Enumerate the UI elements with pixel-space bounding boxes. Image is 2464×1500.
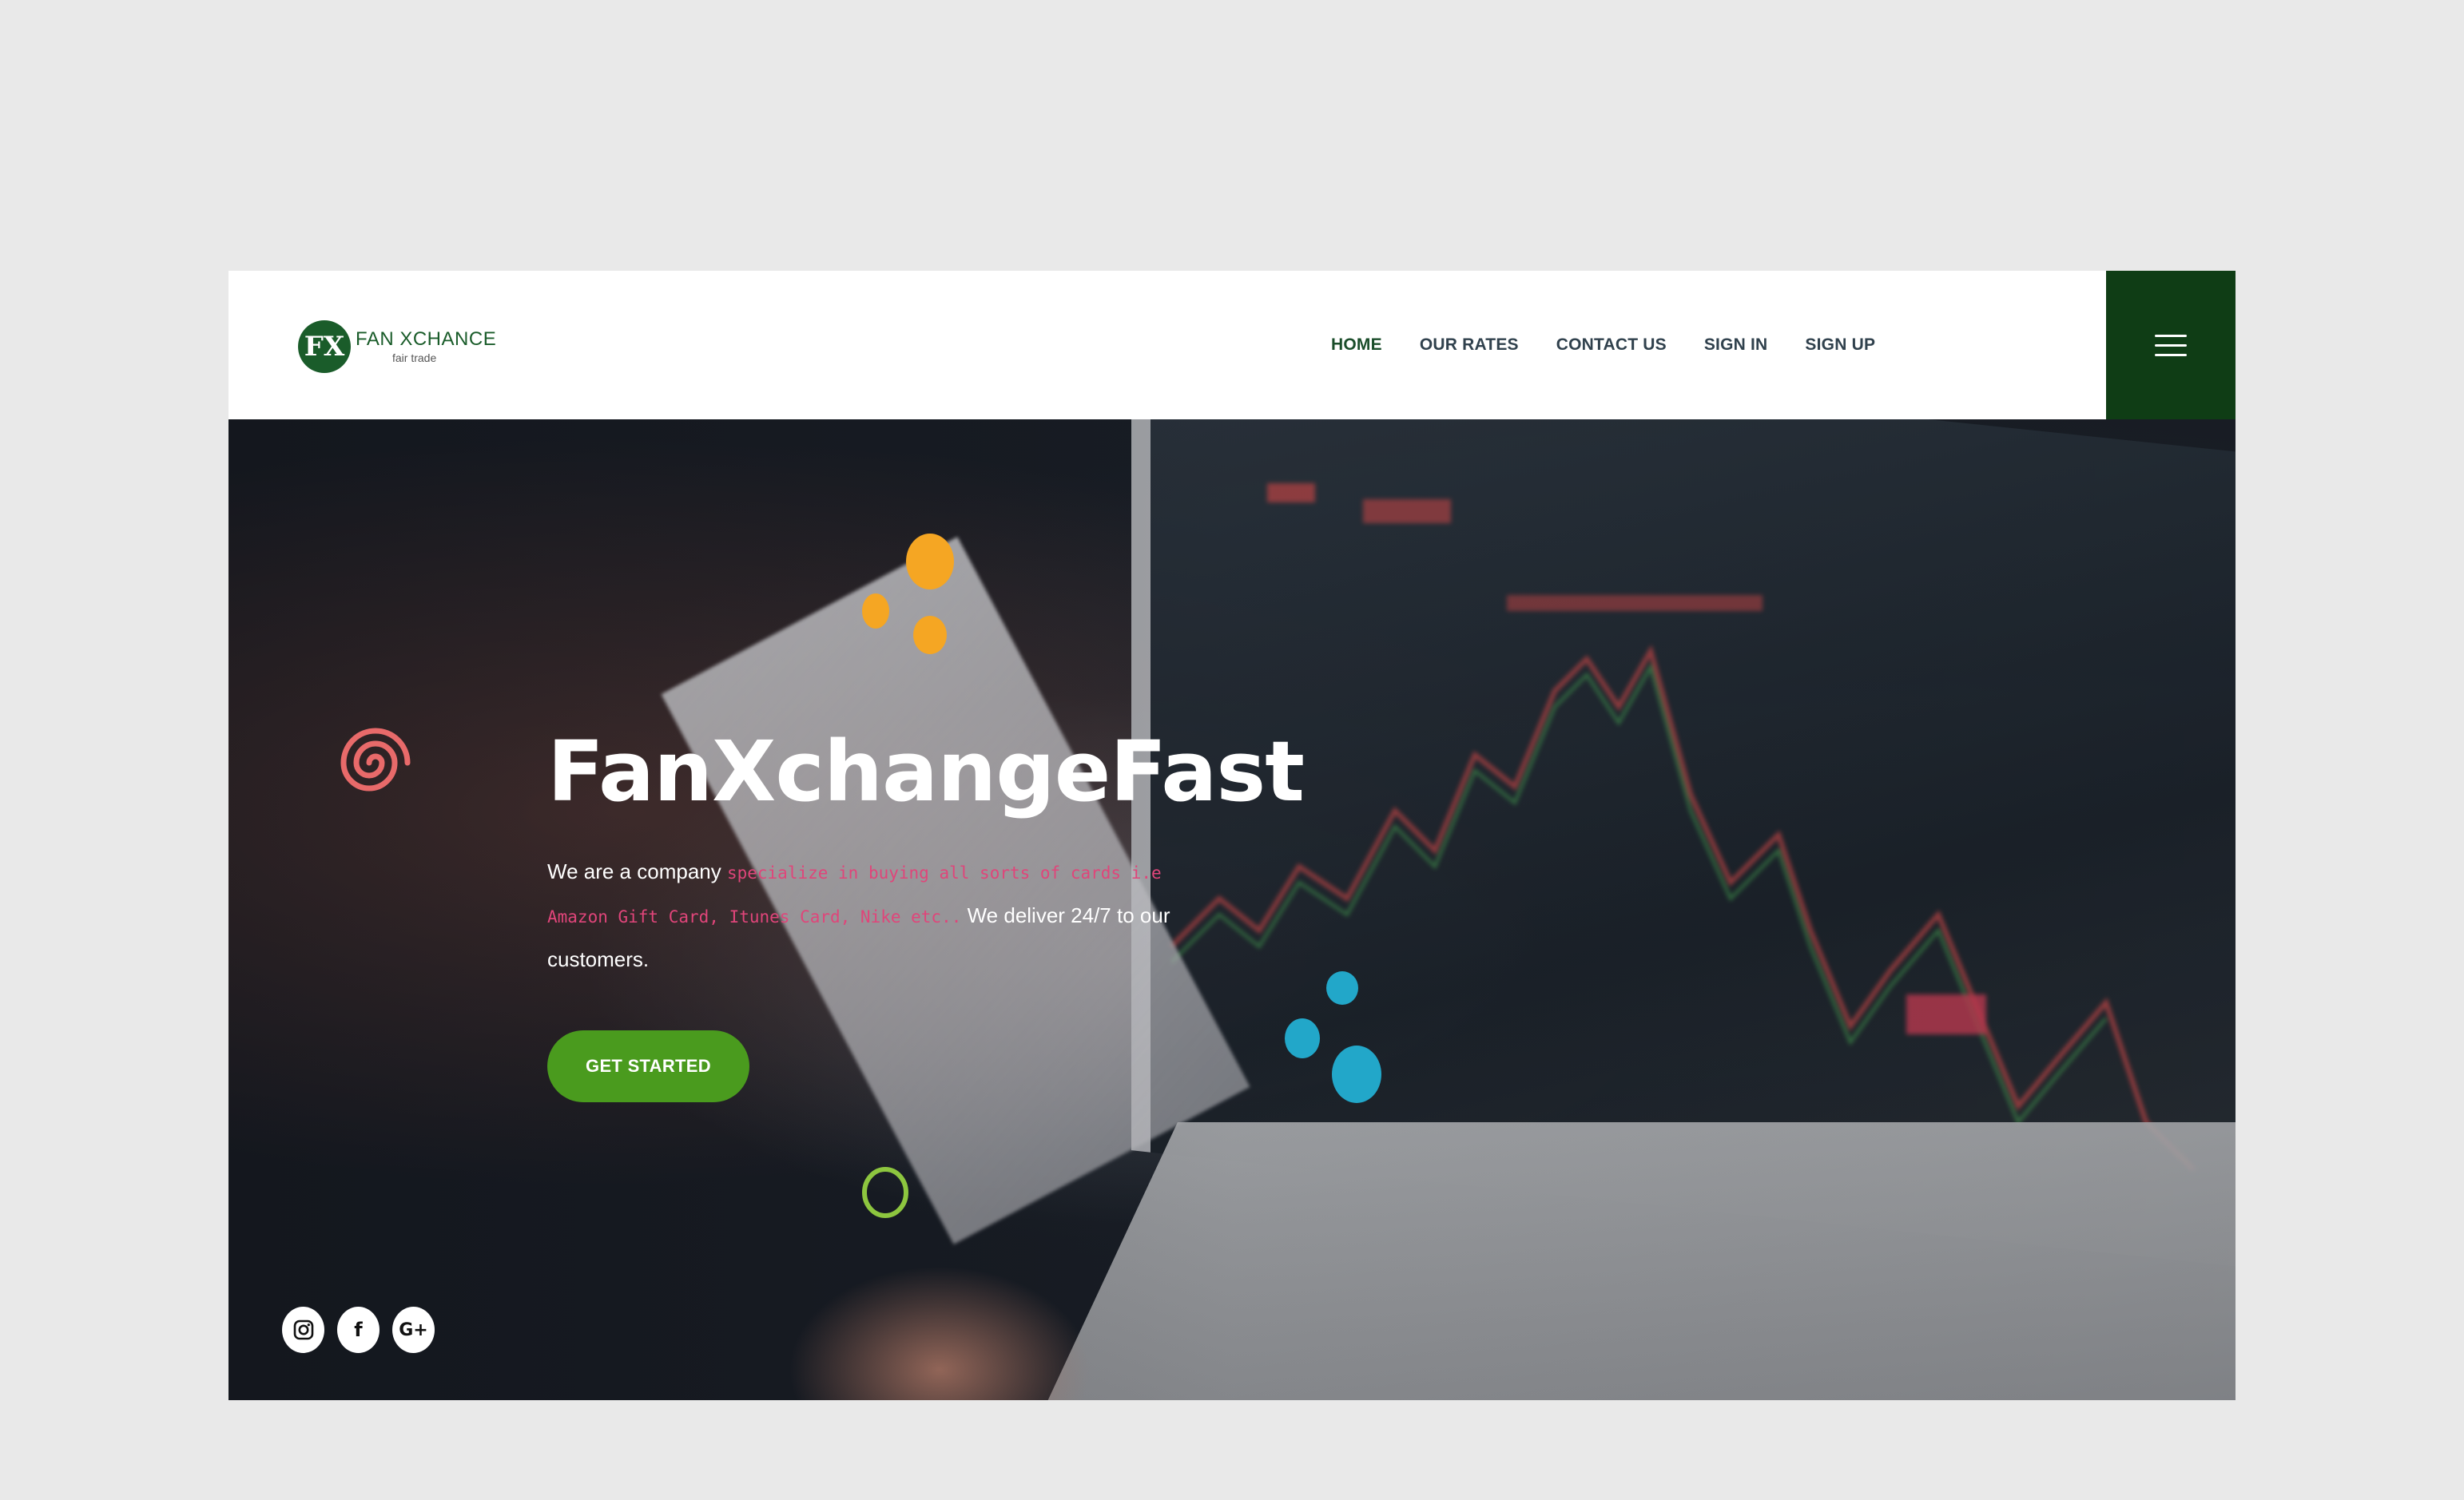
google-plus-link[interactable]: G+: [392, 1307, 435, 1353]
main-nav: HOME OUR RATES CONTACT US SIGN IN SIGN U…: [1331, 271, 1875, 419]
menu-button[interactable]: [2106, 271, 2235, 419]
social-links: f G+: [282, 1307, 435, 1353]
instagram-icon: [293, 1319, 313, 1340]
page-frame: FX FAN XCHANCE fair trade HOME OUR RATES…: [229, 271, 2235, 1400]
hero-text-intro: We are a company: [547, 859, 727, 883]
brand-logo[interactable]: FX FAN XCHANCE fair trade: [298, 316, 496, 376]
spiral-decoration-icon: [340, 728, 411, 792]
site-header: FX FAN XCHANCE fair trade HOME OUR RATES…: [229, 271, 2235, 419]
hero-section: FanXchangeFast We are a company speciali…: [229, 419, 2235, 1400]
get-started-button[interactable]: GET STARTED: [547, 1030, 749, 1102]
nav-our-rates[interactable]: OUR RATES: [1420, 335, 1519, 355]
nav-home[interactable]: HOME: [1331, 335, 1382, 355]
hero-title: FanXchangeFast: [547, 723, 1305, 820]
green-ring-decoration-icon: [862, 1167, 908, 1218]
hero-description: We are a company specialize in buying al…: [547, 851, 1186, 981]
brand-tagline: fair trade: [392, 351, 437, 364]
facebook-link[interactable]: f: [337, 1307, 380, 1353]
nav-sign-up[interactable]: SIGN UP: [1805, 335, 1875, 355]
nav-sign-in[interactable]: SIGN IN: [1704, 335, 1768, 355]
instagram-link[interactable]: [282, 1307, 324, 1353]
brand-name: FAN XCHANCE: [356, 327, 497, 350]
blue-dots-decoration-icon: [1285, 971, 1381, 1103]
logo-mark-icon: FX: [298, 319, 351, 373]
hamburger-icon: [2155, 334, 2187, 337]
nav-contact-us[interactable]: CONTACT US: [1556, 335, 1667, 355]
facebook-icon: f: [354, 1319, 363, 1341]
orange-dots-decoration-icon: [862, 534, 954, 654]
google-plus-icon: G+: [399, 1319, 428, 1340]
